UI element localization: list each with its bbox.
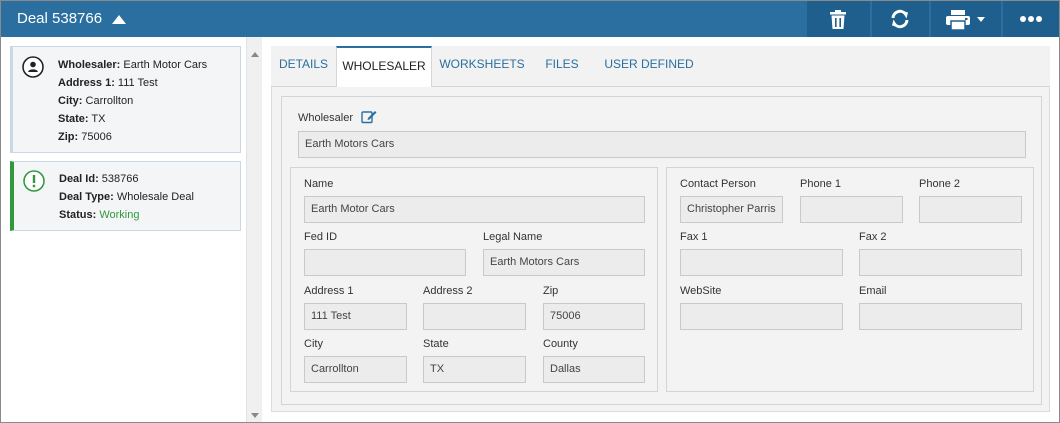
name-field[interactable]: Earth Motor Cars bbox=[304, 196, 645, 223]
phone2-label: Phone 2 bbox=[919, 178, 960, 190]
address2-label: Address 2 bbox=[423, 285, 473, 297]
city-line: City: Carrollton bbox=[58, 95, 134, 107]
tab-files[interactable]: FILES bbox=[532, 46, 592, 87]
fax2-label: Fax 2 bbox=[859, 231, 887, 243]
main-content: DETAILS WHOLESALER WORKSHEETS FILES USER… bbox=[262, 37, 1059, 422]
state-line: State: TX bbox=[58, 113, 106, 125]
city-label: City bbox=[304, 338, 323, 350]
contact-person-field[interactable]: Christopher Parris bbox=[680, 196, 783, 223]
phone1-label: Phone 1 bbox=[800, 178, 841, 190]
phone1-field[interactable] bbox=[800, 196, 903, 223]
state-field[interactable]: TX bbox=[423, 356, 526, 383]
deal-title: Deal 538766 bbox=[17, 10, 103, 27]
print-button[interactable] bbox=[931, 1, 1001, 37]
more-icon bbox=[1020, 16, 1042, 22]
address2-field[interactable] bbox=[423, 303, 526, 330]
edit-icon[interactable] bbox=[361, 109, 377, 124]
wholesaler-field[interactable]: Earth Motors Cars bbox=[298, 131, 1026, 158]
tab-worksheets[interactable]: WORKSHEETS bbox=[432, 46, 532, 87]
zip-label: Zip bbox=[543, 285, 559, 297]
tab-user-defined[interactable]: USER DEFINED bbox=[592, 46, 706, 87]
deal-id-line: Deal Id: 538766 bbox=[59, 173, 139, 185]
refresh-icon bbox=[891, 9, 909, 29]
person-icon bbox=[22, 56, 44, 78]
header-bar: Deal 538766 bbox=[1, 1, 1059, 37]
website-field[interactable] bbox=[680, 303, 843, 330]
county-field[interactable]: Dallas bbox=[543, 356, 645, 383]
zip-line: Zip: 75006 bbox=[58, 131, 112, 143]
address1-field[interactable]: 111 Test bbox=[304, 303, 407, 330]
city-field[interactable]: Carrollton bbox=[304, 356, 407, 383]
caret-up-icon[interactable] bbox=[112, 15, 126, 24]
address1-label: Address 1 bbox=[304, 285, 354, 297]
county-label: County bbox=[543, 338, 578, 350]
tab-wholesaler[interactable]: WHOLESALER bbox=[336, 46, 432, 88]
scroll-up-icon[interactable] bbox=[251, 52, 259, 57]
deal-summary-card[interactable]: Deal Id: 538766 Deal Type: Wholesale Dea… bbox=[10, 161, 241, 231]
fax1-label: Fax 1 bbox=[680, 231, 708, 243]
refresh-button[interactable] bbox=[872, 1, 929, 37]
wholesaler-label: Wholesaler bbox=[298, 112, 354, 124]
trash-icon bbox=[830, 10, 846, 29]
deal-type-line: Deal Type: Wholesale Deal bbox=[59, 191, 194, 203]
fax1-field[interactable] bbox=[680, 249, 843, 276]
website-label: WebSite bbox=[680, 285, 722, 297]
zip-field[interactable]: 75006 bbox=[543, 303, 645, 330]
status-line: Status: Working bbox=[59, 209, 140, 221]
fax2-field[interactable] bbox=[859, 249, 1022, 276]
wholesaler-summary-card[interactable]: Wholesaler: Earth Motor Cars Address 1: … bbox=[10, 46, 241, 153]
address1-line: Address 1: 111 Test bbox=[58, 77, 158, 89]
phone2-field[interactable] bbox=[919, 196, 1022, 223]
legal-name-field[interactable]: Earth Motors Cars bbox=[483, 249, 645, 276]
legal-name-label: Legal Name bbox=[483, 231, 543, 243]
wholesaler-line: Wholesaler: Earth Motor Cars bbox=[58, 59, 208, 71]
contact-group: Contact Person Christopher Parris Phone … bbox=[666, 167, 1034, 392]
print-icon bbox=[946, 10, 970, 30]
email-field[interactable] bbox=[859, 303, 1022, 330]
wholesaler-panel: Wholesaler Earth Motors Cars Name Earth … bbox=[281, 96, 1042, 405]
name-label: Name bbox=[304, 178, 334, 190]
delete-button[interactable] bbox=[807, 1, 870, 37]
scroll-down-icon[interactable] bbox=[251, 413, 259, 418]
fed-id-label: Fed ID bbox=[304, 231, 338, 243]
exclamation-icon bbox=[23, 170, 45, 192]
state-label: State bbox=[423, 338, 449, 350]
vertical-scrollbar[interactable] bbox=[246, 37, 262, 422]
email-label: Email bbox=[859, 285, 887, 297]
contact-person-label: Contact Person bbox=[680, 178, 756, 190]
status-value: Working bbox=[99, 209, 140, 221]
chevron-down-icon bbox=[977, 17, 985, 22]
company-group: Name Earth Motor Cars Fed ID Legal Name … bbox=[290, 167, 658, 392]
fed-id-field[interactable] bbox=[304, 249, 466, 276]
sidebar: Wholesaler: Earth Motor Cars Address 1: … bbox=[1, 37, 246, 422]
tab-details[interactable]: DETAILS bbox=[271, 46, 336, 87]
tab-content: Wholesaler Earth Motors Cars Name Earth … bbox=[271, 87, 1050, 412]
more-button[interactable] bbox=[1003, 1, 1059, 37]
tab-bar: DETAILS WHOLESALER WORKSHEETS FILES USER… bbox=[271, 46, 1050, 88]
